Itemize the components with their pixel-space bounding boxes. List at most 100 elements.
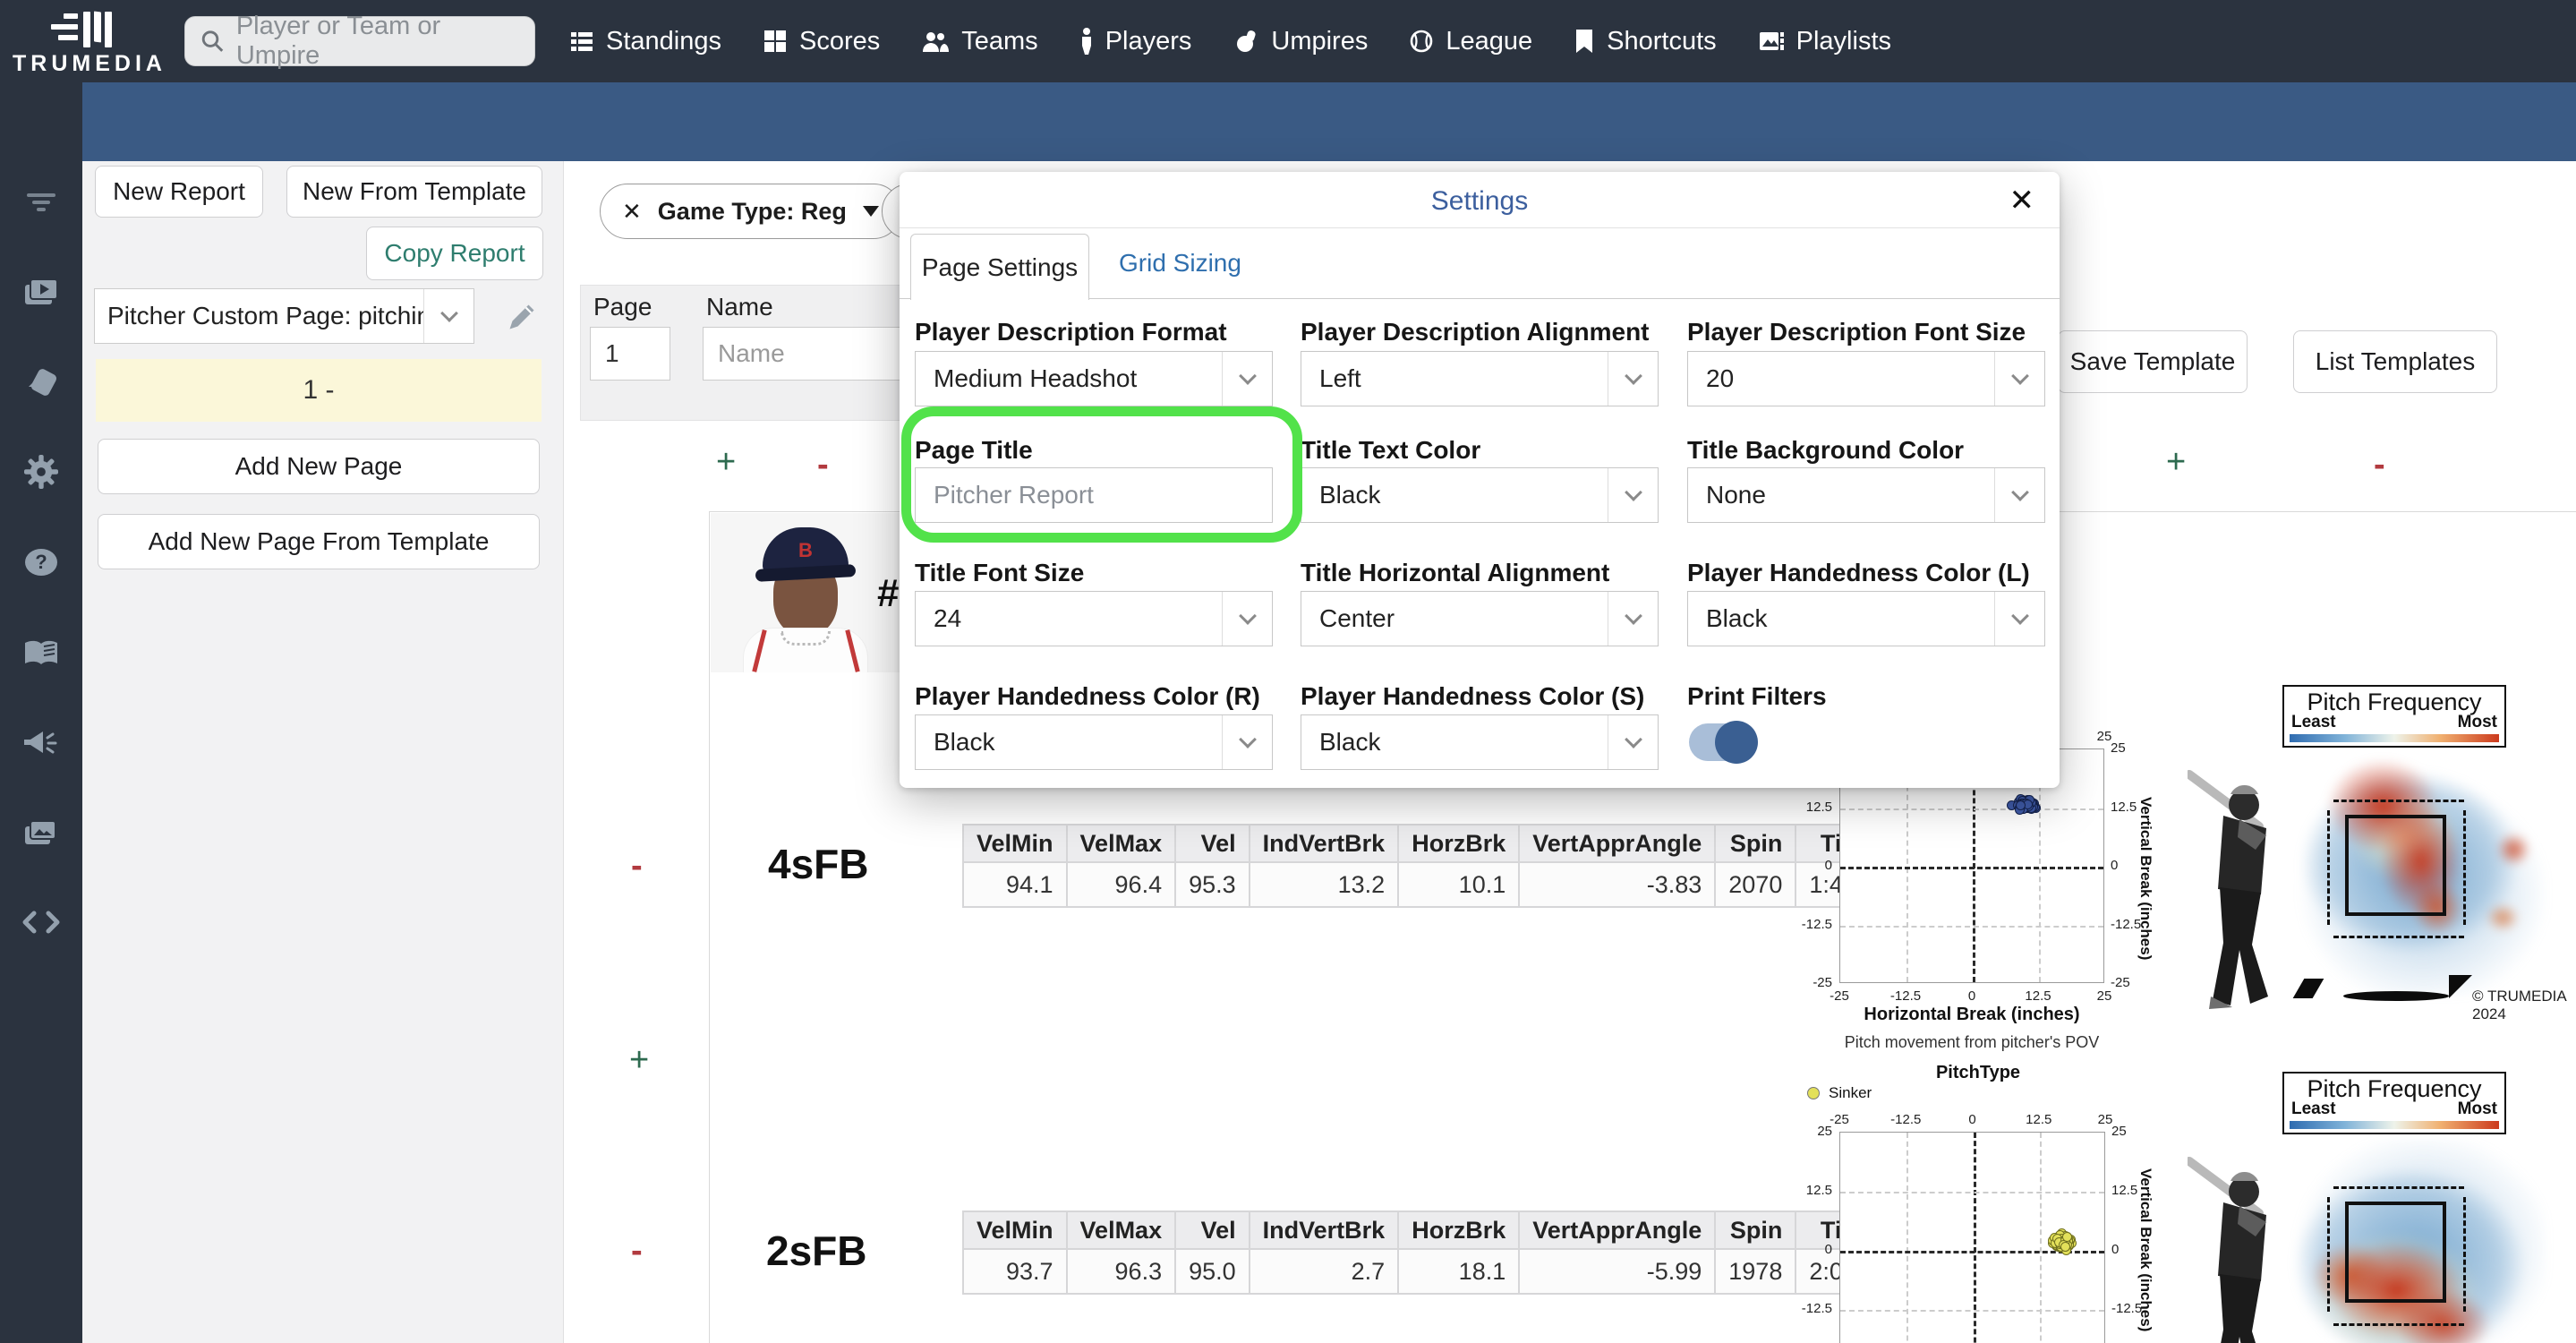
axis-tick-label: -25 <box>1830 1112 1849 1127</box>
nav-umpires[interactable]: Umpires <box>1233 27 1368 56</box>
game-type-filter-chip[interactable]: ✕ Game Type: Reg <box>600 184 901 239</box>
filter-icon[interactable] <box>0 175 82 229</box>
table-header-cell: Spin <box>1714 1210 1797 1250</box>
gallery-icon[interactable] <box>0 807 82 860</box>
page-list-row-1[interactable]: 1 - <box>96 359 542 422</box>
playlists-media-icon <box>1759 32 1784 50</box>
add-row-control[interactable]: + <box>629 1041 649 1080</box>
nav-standings[interactable]: Standings <box>569 27 721 56</box>
settings-gear-icon[interactable] <box>0 445 82 499</box>
settings-modal: Settings ✕ Page Settings Grid Sizing Pla… <box>900 172 2060 788</box>
heatmap-legend: Pitch Frequency Least Most <box>2282 1072 2506 1134</box>
title-horizontal-alignment-select[interactable]: Center <box>1301 591 1659 646</box>
remove-row-control[interactable]: - <box>631 847 643 885</box>
nav-label: Teams <box>961 26 1038 56</box>
tab-grid-sizing[interactable]: Grid Sizing <box>1119 227 1241 299</box>
report-builder-panel: New Report New From Template Copy Report… <box>82 161 564 1343</box>
list-templates-button[interactable]: List Templates <box>2293 330 2497 393</box>
nav-shortcuts[interactable]: Shortcuts <box>1574 27 1717 56</box>
save-template-button[interactable]: Save Template <box>2058 330 2248 393</box>
pitch-stats-table-4sfb: VelMin VelMax Vel IndVertBrk HorzBrk VertAppr… <box>962 824 1871 908</box>
remove-column-control[interactable]: - <box>817 446 829 484</box>
pencil-edit-icon[interactable] <box>506 301 538 333</box>
video-playlists-icon[interactable] <box>0 266 82 320</box>
pitch-type-label-4sfb: 4sFB <box>768 841 869 887</box>
axis-tick-label: 12.5 <box>2111 1183 2138 1198</box>
remove-filter-icon[interactable]: ✕ <box>622 198 642 226</box>
player-handedness-color-l-select[interactable]: Black <box>1687 591 2045 646</box>
player-description-format-select[interactable]: Medium Headshot <box>915 351 1273 406</box>
axis-tick-label: -12.5 <box>2111 1301 2143 1316</box>
nav-players[interactable]: Players <box>1079 27 1191 56</box>
new-report-button[interactable]: New Report <box>95 166 263 218</box>
nav-scores[interactable]: Scores <box>763 27 880 56</box>
nav-league[interactable]: League <box>1409 27 1532 56</box>
jersey-number-placeholder: # <box>877 571 900 615</box>
search-input[interactable]: Player or Team or Umpire <box>184 12 535 70</box>
teams-people-icon <box>923 32 950 52</box>
axis-tick-label: -25 <box>1830 988 1849 1004</box>
field-label: Player Description Font Size <box>1687 318 2026 346</box>
help-icon[interactable]: ? <box>0 535 82 589</box>
title-text-color-select[interactable]: Black <box>1301 467 1659 523</box>
chevron-down-icon <box>1608 592 1658 646</box>
new-from-template-button[interactable]: New From Template <box>286 166 542 218</box>
chevron-down-icon <box>1994 592 2044 646</box>
glossary-book-icon[interactable] <box>0 626 82 680</box>
copy-report-button[interactable]: Copy Report <box>366 227 543 280</box>
player-description-alignment-select[interactable]: Left <box>1301 351 1659 406</box>
remove-column-control[interactable]: - <box>2374 446 2385 484</box>
player-headshot: B <box>711 513 900 672</box>
heatmap-least-label: Least <box>2291 1099 2336 1118</box>
field-label: Player Handedness Color (R) <box>915 682 1260 710</box>
legend-label: Sinker <box>1829 1084 1872 1101</box>
add-column-control[interactable]: + <box>716 443 736 482</box>
tab-page-settings[interactable]: Page Settings <box>910 234 1089 302</box>
add-column-control[interactable]: + <box>2166 443 2186 482</box>
axis-tick-label: 25 <box>1817 1124 1832 1139</box>
trumedia-logo-icon <box>51 10 128 47</box>
chart-caption: Pitch movement from pitcher's POV <box>1844 1033 2100 1051</box>
pitch-movement-chart-2sfb: PitchType Sinker Vertical Break (inches)… <box>1795 1061 2171 1343</box>
scores-grid-icon <box>764 30 786 52</box>
title-background-color-select[interactable]: None <box>1687 467 2045 523</box>
title-font-size-select[interactable]: 24 <box>915 591 1273 646</box>
strike-zone-box <box>2345 815 2446 916</box>
trumedia-logo[interactable]: TRUMEDIA <box>0 6 179 77</box>
page-name-input[interactable]: Name <box>703 327 917 381</box>
field-label: Title Font Size <box>915 559 1085 586</box>
nav-label: Shortcuts <box>1607 26 1717 56</box>
nav-playlists[interactable]: Playlists <box>1758 27 1891 56</box>
page-number-input[interactable]: 1 <box>590 327 670 381</box>
player-description-font-size-select[interactable]: 20 <box>1687 351 2045 406</box>
app-root: TRUMEDIA Player or Team or Umpire Standi… <box>0 0 2576 1343</box>
close-icon[interactable]: ✕ <box>2009 183 2035 218</box>
chart-plot-area <box>1839 1132 2105 1343</box>
nav-teams[interactable]: Teams <box>921 26 1038 56</box>
axis-tick-label: 25 <box>2096 988 2112 1004</box>
chart-y-axis-label: Vertical Break (inches) <box>2137 797 2154 961</box>
blue-header-bar <box>82 82 2576 161</box>
print-filters-toggle[interactable] <box>1689 721 1758 764</box>
report-select[interactable]: Pitcher Custom Page: pitching -... <box>94 288 474 344</box>
scatter-dot <box>2060 1242 2070 1253</box>
chevron-down-icon <box>1608 468 1658 522</box>
page-title-input[interactable] <box>915 467 1273 523</box>
table-value-cell: 10.1 <box>1397 861 1521 908</box>
field-label: Title Text Color <box>1301 436 1481 464</box>
trumedia-brand-text: TRUMEDIA <box>13 50 166 76</box>
chevron-down-icon <box>1608 715 1658 769</box>
add-new-page-from-template-button[interactable]: Add New Page From Template <box>98 514 540 569</box>
remove-row-control[interactable]: - <box>631 1232 643 1270</box>
chevron-down-icon <box>1222 715 1272 769</box>
players-person-icon <box>1081 28 1091 55</box>
player-handedness-color-s-select[interactable]: Black <box>1301 714 1659 770</box>
pitch-frequency-heatmap-4sfb: Pitch Frequency Least Most © TRUMEDIA 20… <box>2184 676 2576 1066</box>
home-plate <box>2343 991 2449 1001</box>
announcements-megaphone-icon[interactable] <box>0 716 82 770</box>
player-chain <box>780 631 831 646</box>
embed-code-icon[interactable] <box>0 895 82 949</box>
whistle-tag-icon[interactable] <box>0 356 82 410</box>
add-new-page-button[interactable]: Add New Page <box>98 439 540 494</box>
player-handedness-color-r-select[interactable]: Black <box>915 714 1273 770</box>
